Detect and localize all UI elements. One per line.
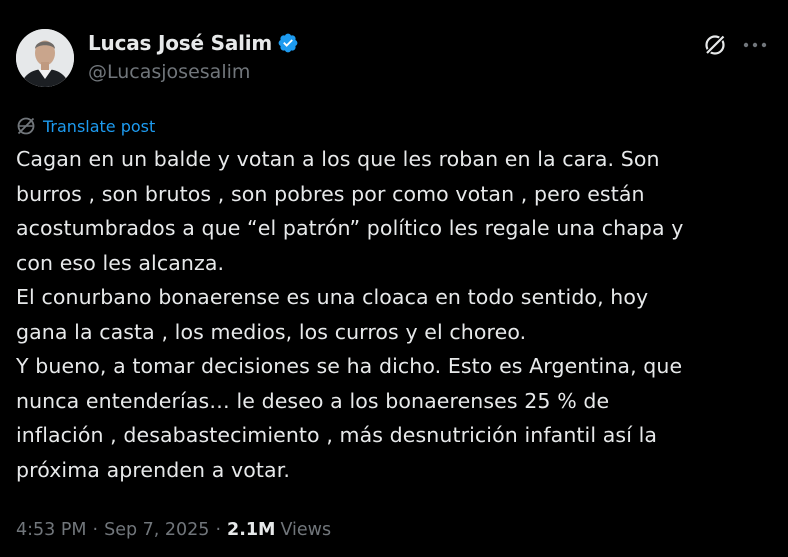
views-label[interactable]: Views: [280, 520, 331, 540]
post-time[interactable]: 4:53 PM: [16, 520, 87, 540]
post-text-line: acostumbrados a que “el patrón” político…: [16, 216, 684, 240]
post-text-line: El conurbano bonaerense es una cloaca en…: [16, 285, 649, 309]
avatar-image: [16, 29, 74, 87]
verified-badge-icon[interactable]: [277, 32, 299, 54]
meta-separator: ·: [215, 520, 222, 540]
meta-separator: ·: [92, 520, 99, 540]
post-text-line: gana la casta , los medios, los curros y…: [16, 319, 527, 344]
more-horizontal-icon: [743, 42, 767, 48]
views-count[interactable]: 2.1M: [227, 520, 275, 540]
post-meta: 4:53 PM · Sep 7, 2025 · 2.1M Views: [16, 520, 331, 540]
post-text-line: Cagan en un balde y votan a los que les …: [16, 147, 660, 171]
post-text-line: nunca entenderías… le deseo a los bonaer…: [16, 388, 610, 413]
post-text-line: burros , son brutos , son pobres por com…: [16, 181, 645, 206]
grok-icon: [704, 34, 726, 56]
globe-icon: [17, 117, 35, 135]
post-text-line: próxima aprenden a votar.: [16, 457, 290, 482]
post-date[interactable]: Sep 7, 2025: [104, 520, 209, 540]
author-handle[interactable]: @Lucasjosesalim: [88, 61, 250, 83]
translate-post-link[interactable]: Translate post: [16, 115, 155, 137]
post-text: Cagan en un balde y votan a los que les …: [16, 142, 776, 487]
grok-button[interactable]: [701, 31, 729, 59]
translate-post-label[interactable]: Translate post: [43, 117, 155, 136]
author-display-name[interactable]: Lucas José Salim: [88, 31, 272, 55]
post-text-line: con eso les alcanza.: [16, 250, 225, 275]
post-text-line: Y bueno, a tomar decisiones se ha dicho.…: [16, 354, 683, 378]
author-avatar[interactable]: [16, 29, 74, 87]
author-name-row[interactable]: Lucas José Salim: [88, 30, 299, 56]
more-options-button[interactable]: [741, 34, 769, 56]
post-text-line: inflación , desabastecimiento , más desn…: [16, 423, 658, 447]
